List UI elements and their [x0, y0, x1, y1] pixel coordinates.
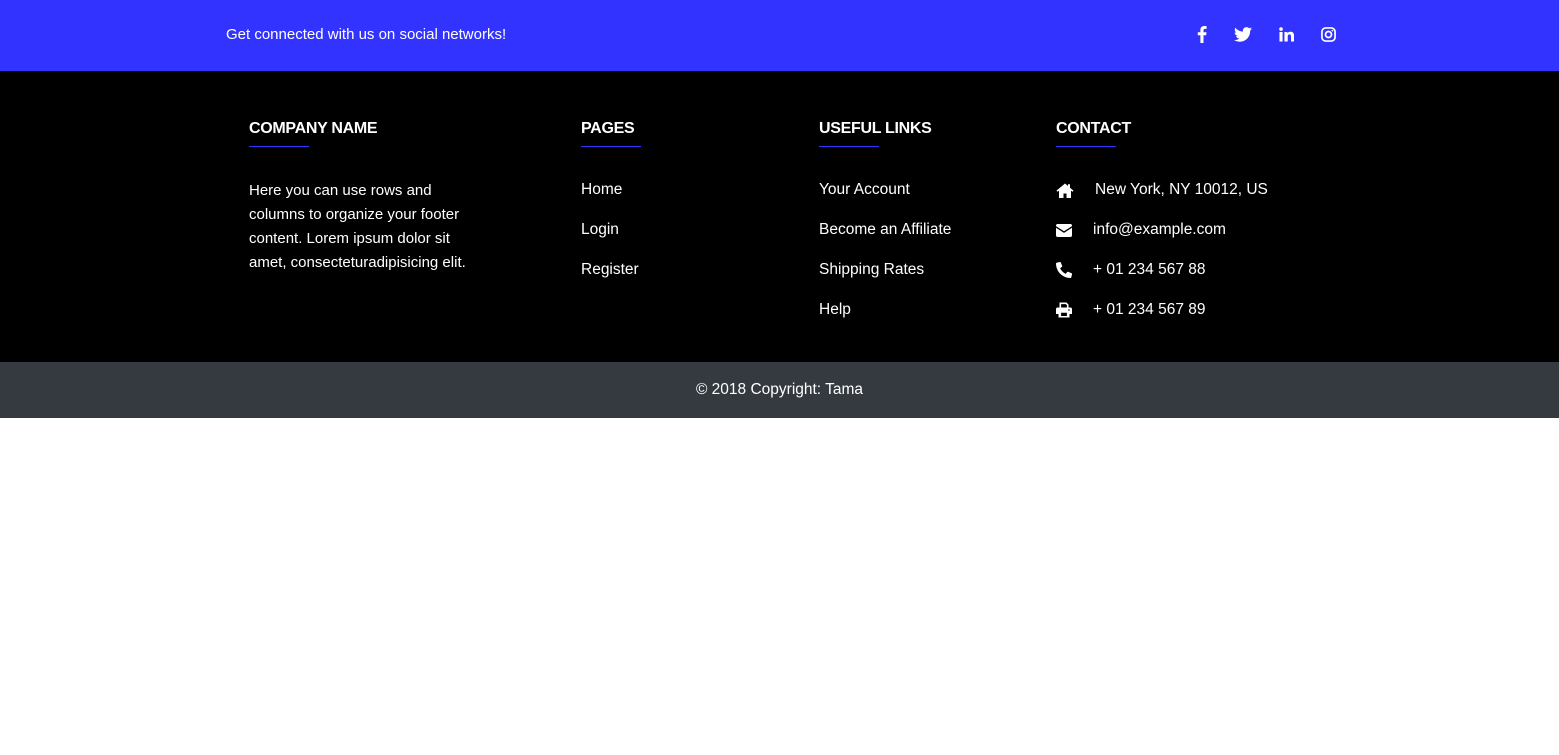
company-title: COMPANY NAME — [249, 120, 378, 137]
contact-phone-text: + 01 234 567 88 — [1093, 261, 1206, 278]
link-become-affiliate[interactable]: Become an Affiliate — [819, 221, 951, 238]
contact-address-text: New York, NY 10012, US — [1095, 181, 1268, 198]
link-home[interactable]: Home — [581, 181, 622, 198]
phone-icon — [1056, 261, 1074, 279]
contact-list: New York, NY 10012, US info@example.com — [1056, 179, 1268, 339]
link-shipping-rates[interactable]: Shipping Rates — [819, 261, 924, 278]
copyright-bar: © 2018 Copyright: Tama — [0, 362, 1559, 418]
copyright-link[interactable]: Tama — [825, 381, 863, 398]
print-icon — [1056, 301, 1074, 319]
linkedin-icon[interactable] — [1272, 22, 1300, 46]
contact-address: New York, NY 10012, US — [1056, 179, 1268, 219]
instagram-icon[interactable] — [1314, 22, 1342, 46]
contact-title-underline — [1056, 146, 1116, 147]
footer-main: COMPANY NAME Here you can use rows and c… — [0, 71, 1559, 362]
company-description: Here you can use rows and columns to org… — [249, 182, 466, 271]
contact-email-text: info@example.com — [1093, 221, 1226, 238]
useful-links-title-underline — [819, 146, 879, 147]
pages-title: PAGES — [581, 120, 635, 137]
copyright-prefix: © 2018 Copyright: — [695, 381, 826, 398]
twitter-icon[interactable] — [1229, 22, 1257, 46]
link-your-account[interactable]: Your Account — [819, 181, 910, 198]
useful-links: Your Account Become an Affiliate Shippin… — [819, 179, 951, 339]
contact-fax: + 01 234 567 89 — [1056, 299, 1268, 339]
facebook-icon[interactable] — [1188, 22, 1216, 46]
company-title-underline — [249, 146, 309, 147]
social-bar: Get connected with us on social networks… — [0, 0, 1559, 71]
contact-phone: + 01 234 567 88 — [1056, 259, 1268, 299]
contact-fax-text: + 01 234 567 89 — [1093, 301, 1206, 318]
contact-title: CONTACT — [1056, 120, 1131, 137]
link-register[interactable]: Register — [581, 261, 639, 278]
social-bar-text: Get connected with us on social networks… — [226, 26, 507, 43]
copyright-text: © 2018 Copyright: Tama — [0, 380, 1559, 400]
link-login[interactable]: Login — [581, 221, 619, 238]
envelope-icon — [1056, 221, 1074, 239]
link-help[interactable]: Help — [819, 301, 851, 318]
pages-links: Home Login Register — [581, 179, 639, 299]
useful-links-title: USEFUL LINKS — [819, 120, 932, 137]
home-icon — [1056, 181, 1074, 199]
pages-title-underline — [581, 146, 641, 147]
contact-email: info@example.com — [1056, 219, 1268, 259]
